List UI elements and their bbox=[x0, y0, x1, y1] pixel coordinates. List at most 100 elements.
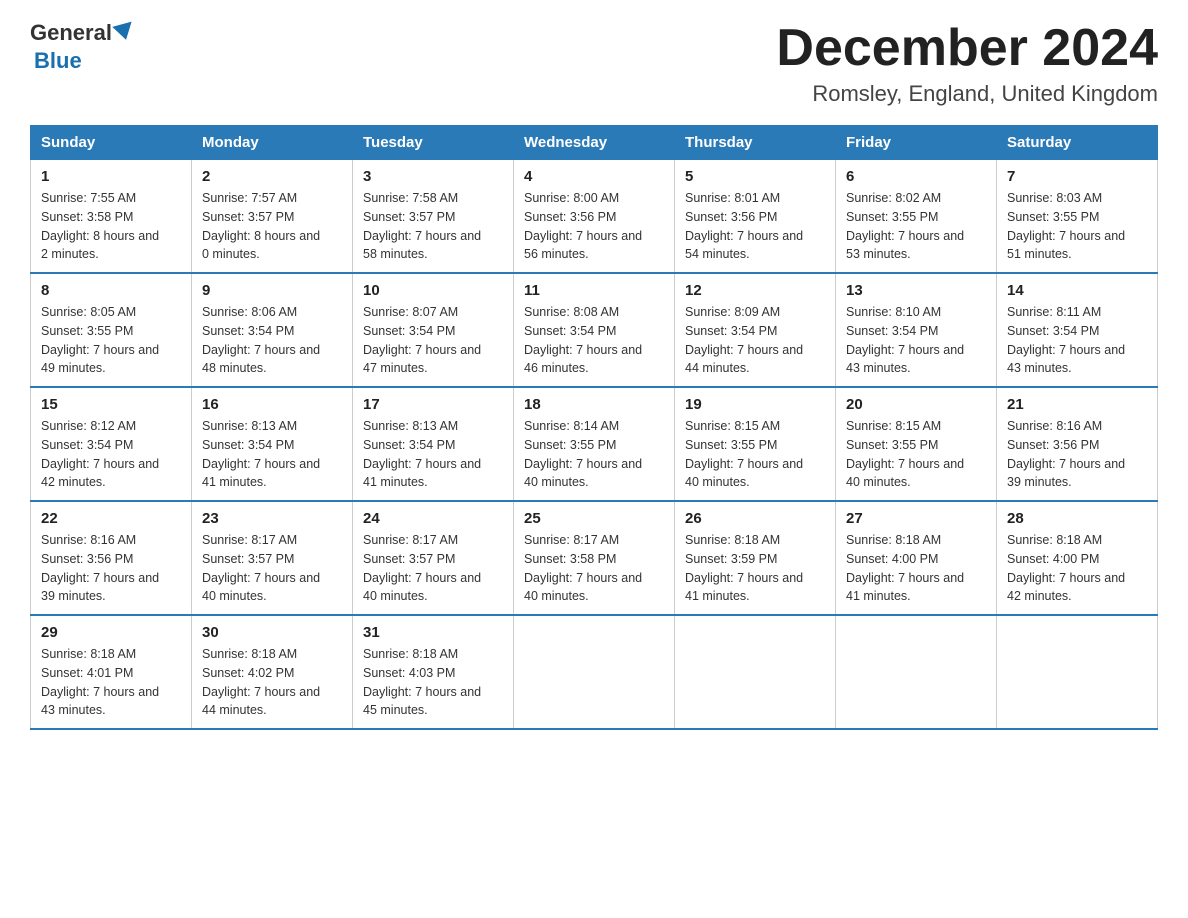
title-section: December 2024 Romsley, England, United K… bbox=[776, 20, 1158, 107]
day-info: Sunrise: 8:00 AMSunset: 3:56 PMDaylight:… bbox=[524, 189, 664, 264]
day-cell bbox=[675, 615, 836, 729]
location-title: Romsley, England, United Kingdom bbox=[776, 81, 1158, 107]
day-info: Sunrise: 8:01 AMSunset: 3:56 PMDaylight:… bbox=[685, 189, 825, 264]
day-cell: 27Sunrise: 8:18 AMSunset: 4:00 PMDayligh… bbox=[836, 501, 997, 615]
day-number: 4 bbox=[524, 168, 664, 185]
day-number: 19 bbox=[685, 396, 825, 413]
day-number: 31 bbox=[363, 624, 503, 641]
calendar-table: SundayMondayTuesdayWednesdayThursdayFrid… bbox=[30, 125, 1158, 730]
day-info: Sunrise: 8:03 AMSunset: 3:55 PMDaylight:… bbox=[1007, 189, 1147, 264]
day-cell: 26 Sunrise: 8:18 AMSunset: 3:59 PMDayligh… bbox=[675, 501, 836, 615]
month-title: December 2024 bbox=[776, 20, 1158, 77]
day-info: Sunrise: 8:06 AMSunset: 3:54 PMDaylight:… bbox=[202, 303, 342, 378]
day-cell: 21Sunrise: 8:16 AMSunset: 3:56 PMDayligh… bbox=[997, 387, 1158, 501]
day-info: Sunrise: 8:18 AMSunset: 4:03 PMDaylight:… bbox=[363, 645, 503, 720]
day-number: 11 bbox=[524, 282, 664, 299]
day-number: 7 bbox=[1007, 168, 1147, 185]
day-info: Sunrise: 8:17 AMSunset: 3:58 PMDaylight:… bbox=[524, 531, 664, 606]
day-number: 13 bbox=[846, 282, 986, 299]
day-cell: 5 Sunrise: 8:01 AMSunset: 3:56 PMDaylight… bbox=[675, 160, 836, 274]
day-cell: 6Sunrise: 8:02 AMSunset: 3:55 PMDaylight… bbox=[836, 160, 997, 274]
logo-blue-text: Blue bbox=[34, 48, 82, 73]
day-cell: 31 Sunrise: 8:18 AMSunset: 4:03 PMDayligh… bbox=[353, 615, 514, 729]
day-info: Sunrise: 8:15 AMSunset: 3:55 PMDaylight:… bbox=[846, 417, 986, 492]
day-cell bbox=[997, 615, 1158, 729]
day-cell: 15Sunrise: 8:12 AMSunset: 3:54 PMDayligh… bbox=[31, 387, 192, 501]
day-cell bbox=[836, 615, 997, 729]
day-info: Sunrise: 8:13 AMSunset: 3:54 PMDaylight:… bbox=[202, 417, 342, 492]
day-cell: 25 Sunrise: 8:17 AMSunset: 3:58 PMDayligh… bbox=[514, 501, 675, 615]
day-info: Sunrise: 8:18 AMSunset: 4:01 PMDaylight:… bbox=[41, 645, 181, 720]
day-info: Sunrise: 8:15 AMSunset: 3:55 PMDaylight:… bbox=[685, 417, 825, 492]
day-info: Sunrise: 8:07 AMSunset: 3:54 PMDaylight:… bbox=[363, 303, 503, 378]
week-row-5: 29Sunrise: 8:18 AMSunset: 4:01 PMDayligh… bbox=[31, 615, 1158, 729]
week-row-1: 1Sunrise: 7:55 AMSunset: 3:58 PMDaylight… bbox=[31, 160, 1158, 274]
day-number: 3 bbox=[363, 168, 503, 185]
day-number: 25 bbox=[524, 510, 664, 527]
day-number: 30 bbox=[202, 624, 342, 641]
day-cell: 1Sunrise: 7:55 AMSunset: 3:58 PMDaylight… bbox=[31, 160, 192, 274]
day-cell: 30Sunrise: 8:18 AMSunset: 4:02 PMDayligh… bbox=[192, 615, 353, 729]
day-cell: 4 Sunrise: 8:00 AMSunset: 3:56 PMDaylight… bbox=[514, 160, 675, 274]
header-cell-friday: Friday bbox=[836, 126, 997, 160]
day-number: 1 bbox=[41, 168, 181, 185]
day-info: Sunrise: 8:14 AMSunset: 3:55 PMDaylight:… bbox=[524, 417, 664, 492]
day-cell: 20 Sunrise: 8:15 AMSunset: 3:55 PMDayligh… bbox=[836, 387, 997, 501]
header-cell-saturday: Saturday bbox=[997, 126, 1158, 160]
day-info: Sunrise: 8:18 AMSunset: 3:59 PMDaylight:… bbox=[685, 531, 825, 606]
day-number: 20 bbox=[846, 396, 986, 413]
day-number: 8 bbox=[41, 282, 181, 299]
day-info: Sunrise: 8:09 AMSunset: 3:54 PMDaylight:… bbox=[685, 303, 825, 378]
day-number: 28 bbox=[1007, 510, 1147, 527]
header-cell-monday: Monday bbox=[192, 126, 353, 160]
day-cell: 7 Sunrise: 8:03 AMSunset: 3:55 PMDaylight… bbox=[997, 160, 1158, 274]
day-number: 5 bbox=[685, 168, 825, 185]
day-info: Sunrise: 8:17 AMSunset: 3:57 PMDaylight:… bbox=[363, 531, 503, 606]
day-cell: 8 Sunrise: 8:05 AMSunset: 3:55 PMDaylight… bbox=[31, 273, 192, 387]
day-cell: 13Sunrise: 8:10 AMSunset: 3:54 PMDayligh… bbox=[836, 273, 997, 387]
day-number: 15 bbox=[41, 396, 181, 413]
calendar-header: SundayMondayTuesdayWednesdayThursdayFrid… bbox=[31, 126, 1158, 160]
day-number: 21 bbox=[1007, 396, 1147, 413]
day-cell: 14Sunrise: 8:11 AMSunset: 3:54 PMDayligh… bbox=[997, 273, 1158, 387]
header-cell-wednesday: Wednesday bbox=[514, 126, 675, 160]
week-row-3: 15Sunrise: 8:12 AMSunset: 3:54 PMDayligh… bbox=[31, 387, 1158, 501]
day-cell: 19 Sunrise: 8:15 AMSunset: 3:55 PMDayligh… bbox=[675, 387, 836, 501]
header-cell-thursday: Thursday bbox=[675, 126, 836, 160]
day-cell: 3 Sunrise: 7:58 AMSunset: 3:57 PMDaylight… bbox=[353, 160, 514, 274]
day-info: Sunrise: 8:13 AMSunset: 3:54 PMDaylight:… bbox=[363, 417, 503, 492]
day-info: Sunrise: 8:16 AMSunset: 3:56 PMDaylight:… bbox=[41, 531, 181, 606]
day-cell: 24Sunrise: 8:17 AMSunset: 3:57 PMDayligh… bbox=[353, 501, 514, 615]
day-cell: 10 Sunrise: 8:07 AMSunset: 3:54 PMDayligh… bbox=[353, 273, 514, 387]
logo-general-text: General bbox=[30, 20, 112, 46]
day-cell: 12 Sunrise: 8:09 AMSunset: 3:54 PMDayligh… bbox=[675, 273, 836, 387]
day-cell: 17Sunrise: 8:13 AMSunset: 3:54 PMDayligh… bbox=[353, 387, 514, 501]
day-cell: 2 Sunrise: 7:57 AMSunset: 3:57 PMDaylight… bbox=[192, 160, 353, 274]
week-row-2: 8 Sunrise: 8:05 AMSunset: 3:55 PMDaylight… bbox=[31, 273, 1158, 387]
day-cell: 18 Sunrise: 8:14 AMSunset: 3:55 PMDayligh… bbox=[514, 387, 675, 501]
day-cell: 11 Sunrise: 8:08 AMSunset: 3:54 PMDayligh… bbox=[514, 273, 675, 387]
day-number: 22 bbox=[41, 510, 181, 527]
header-cell-tuesday: Tuesday bbox=[353, 126, 514, 160]
day-info: Sunrise: 8:05 AMSunset: 3:55 PMDaylight:… bbox=[41, 303, 181, 378]
logo: General Blue bbox=[30, 20, 134, 74]
logo-triangle-icon bbox=[112, 22, 135, 43]
day-number: 12 bbox=[685, 282, 825, 299]
day-info: Sunrise: 8:08 AMSunset: 3:54 PMDaylight:… bbox=[524, 303, 664, 378]
day-number: 18 bbox=[524, 396, 664, 413]
day-number: 26 bbox=[685, 510, 825, 527]
day-info: Sunrise: 8:02 AMSunset: 3:55 PMDaylight:… bbox=[846, 189, 986, 264]
day-number: 23 bbox=[202, 510, 342, 527]
header-row: SundayMondayTuesdayWednesdayThursdayFrid… bbox=[31, 126, 1158, 160]
day-cell: 16 Sunrise: 8:13 AMSunset: 3:54 PMDayligh… bbox=[192, 387, 353, 501]
day-number: 16 bbox=[202, 396, 342, 413]
day-info: Sunrise: 7:57 AMSunset: 3:57 PMDaylight:… bbox=[202, 189, 342, 264]
day-number: 2 bbox=[202, 168, 342, 185]
day-number: 27 bbox=[846, 510, 986, 527]
day-number: 10 bbox=[363, 282, 503, 299]
page-header: General Blue December 2024 Romsley, Engl… bbox=[30, 20, 1158, 107]
day-number: 9 bbox=[202, 282, 342, 299]
day-info: Sunrise: 8:17 AMSunset: 3:57 PMDaylight:… bbox=[202, 531, 342, 606]
day-info: Sunrise: 7:58 AMSunset: 3:57 PMDaylight:… bbox=[363, 189, 503, 264]
day-cell: 9 Sunrise: 8:06 AMSunset: 3:54 PMDaylight… bbox=[192, 273, 353, 387]
